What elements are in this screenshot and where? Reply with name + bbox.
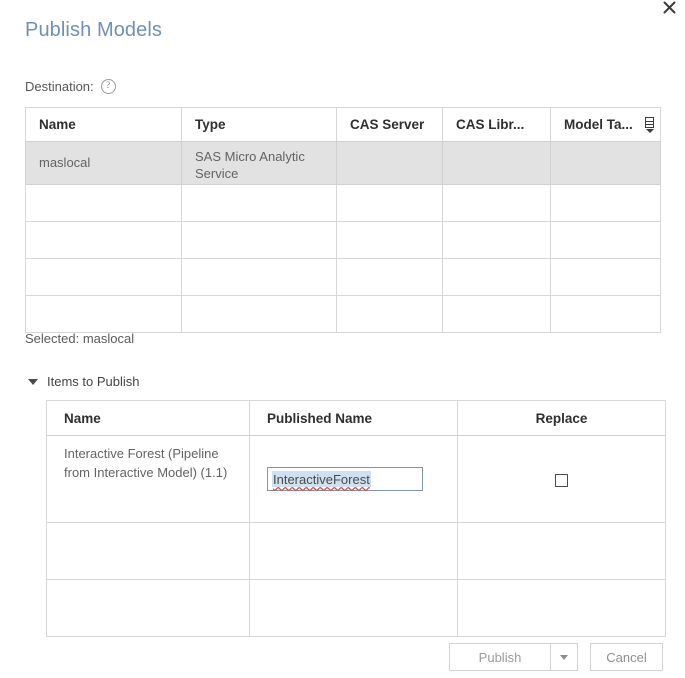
selected-destination-text: Selected: maslocal bbox=[25, 331, 134, 346]
cell-cas-library bbox=[443, 222, 551, 259]
column-header-model-table[interactable]: Model Ta... bbox=[551, 108, 661, 142]
chevron-down-icon bbox=[560, 655, 568, 660]
publish-button[interactable]: Publish bbox=[450, 644, 550, 670]
replace-cell bbox=[458, 436, 666, 523]
publish-dropdown-button[interactable] bbox=[550, 644, 577, 670]
cell-type bbox=[182, 185, 337, 222]
publish-split-button[interactable]: Publish bbox=[449, 643, 578, 671]
cell-model-table bbox=[551, 296, 661, 333]
cell-name bbox=[26, 296, 182, 333]
column-header-cas-server[interactable]: CAS Server bbox=[337, 108, 443, 142]
cell-cas-library bbox=[443, 142, 551, 185]
destination-label: Destination: bbox=[25, 79, 94, 94]
cell-cas-server bbox=[337, 259, 443, 296]
cell-name: maslocal bbox=[26, 142, 182, 185]
item-name bbox=[47, 523, 250, 580]
table-row[interactable]: maslocal SAS Micro Analytic Service bbox=[26, 142, 661, 185]
cell-model-table bbox=[551, 259, 661, 296]
cell-model-table bbox=[551, 222, 661, 259]
published-name-cell bbox=[250, 580, 458, 637]
cell-model-table bbox=[551, 185, 661, 222]
column-header-name[interactable]: Name bbox=[26, 108, 182, 142]
cell-name bbox=[26, 222, 182, 259]
cell-name bbox=[26, 259, 182, 296]
cell-cas-server bbox=[337, 185, 443, 222]
close-button[interactable] bbox=[657, 0, 681, 19]
dialog-footer: Publish Cancel bbox=[449, 643, 663, 671]
table-row[interactable] bbox=[26, 259, 661, 296]
cell-cas-server bbox=[337, 222, 443, 259]
item-name bbox=[47, 580, 250, 637]
items-to-publish-table: Name Published Name Replace Interactive … bbox=[46, 400, 665, 637]
destination-table: Name Type CAS Server CAS Libr... Model T… bbox=[25, 107, 660, 333]
column-header-type[interactable]: Type bbox=[182, 108, 337, 142]
triangle-down-icon bbox=[28, 379, 38, 385]
page-title: Publish Models bbox=[25, 19, 162, 42]
column-header-model-table-label: Model Ta... bbox=[564, 117, 633, 132]
column-header-replace[interactable]: Replace bbox=[458, 401, 666, 436]
cell-cas-server bbox=[337, 142, 443, 185]
table-row[interactable] bbox=[26, 296, 661, 333]
help-icon[interactable]: ? bbox=[101, 79, 116, 94]
replace-cell bbox=[458, 523, 666, 580]
replace-checkbox[interactable] bbox=[555, 474, 568, 487]
replace-cell bbox=[458, 580, 666, 637]
published-name-cell: InteractiveForest bbox=[250, 436, 458, 523]
column-header-published-name[interactable]: Published Name bbox=[250, 401, 458, 436]
cell-cas-library bbox=[443, 185, 551, 222]
table-row[interactable] bbox=[26, 185, 661, 222]
cell-type bbox=[182, 296, 337, 333]
list-item[interactable] bbox=[47, 523, 666, 580]
items-table-header-row: Name Published Name Replace bbox=[47, 401, 666, 436]
cell-type bbox=[182, 259, 337, 296]
destination-label-row: Destination: ? bbox=[25, 79, 116, 94]
published-name-input[interactable]: InteractiveForest bbox=[267, 467, 423, 491]
cell-cas-server bbox=[337, 296, 443, 333]
cell-name bbox=[26, 185, 182, 222]
cell-cas-library bbox=[443, 296, 551, 333]
close-icon bbox=[663, 1, 676, 14]
column-header-cas-library[interactable]: CAS Libr... bbox=[443, 108, 551, 142]
destination-table-header-row: Name Type CAS Server CAS Libr... Model T… bbox=[26, 108, 661, 142]
cell-model-table bbox=[551, 142, 661, 185]
items-to-publish-toggle[interactable]: Items to Publish bbox=[28, 374, 140, 389]
published-name-value: InteractiveForest bbox=[272, 471, 371, 487]
column-header-item-name[interactable]: Name bbox=[47, 401, 250, 436]
cell-type: SAS Micro Analytic Service bbox=[182, 142, 337, 185]
cancel-button[interactable]: Cancel bbox=[590, 643, 663, 671]
table-row[interactable] bbox=[26, 222, 661, 259]
item-name: Interactive Forest (Pipeline from Intera… bbox=[47, 436, 250, 523]
cell-cas-library bbox=[443, 259, 551, 296]
published-name-cell bbox=[250, 523, 458, 580]
column-settings-icon[interactable] bbox=[644, 117, 655, 133]
list-item[interactable] bbox=[47, 580, 666, 637]
items-to-publish-label: Items to Publish bbox=[47, 374, 140, 389]
cell-type bbox=[182, 222, 337, 259]
list-item[interactable]: Interactive Forest (Pipeline from Intera… bbox=[47, 436, 666, 523]
